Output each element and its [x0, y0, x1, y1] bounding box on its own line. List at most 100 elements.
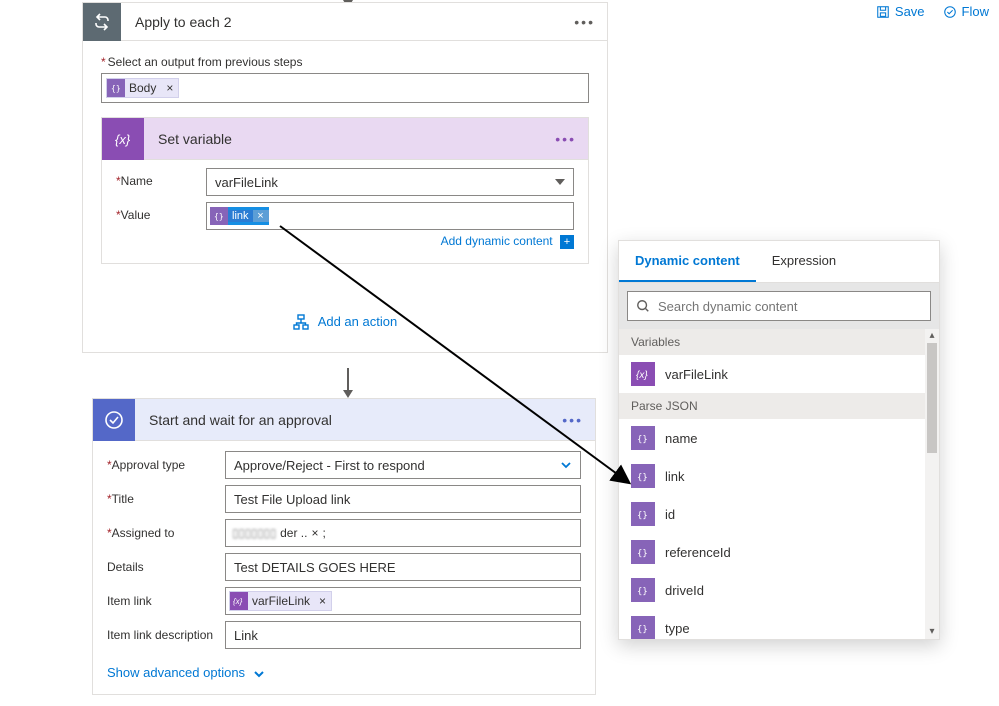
svg-text:{}: {} — [637, 511, 648, 521]
section-variables: Variables — [619, 329, 925, 355]
approval-type-value: Approve/Reject - First to respond — [234, 458, 425, 473]
item-link-desc-label: Item link description — [107, 628, 225, 642]
search-input[interactable] — [658, 299, 922, 314]
add-action-button[interactable]: Add an action — [101, 264, 589, 335]
json-icon: {} — [210, 207, 228, 225]
remove-chip-button[interactable]: × — [161, 79, 178, 97]
approval-card: Start and wait for an approval ••• *Appr… — [92, 398, 596, 695]
value-label: *Value — [116, 202, 206, 222]
scroll-down-button[interactable]: ▾ — [925, 625, 939, 639]
json-icon: {} — [631, 578, 655, 602]
more-menu-button[interactable]: ••• — [550, 412, 595, 428]
dc-item-link[interactable]: {} link — [619, 457, 925, 495]
chip-label: varFileLink — [252, 594, 314, 608]
svg-text:{}: {} — [637, 587, 648, 597]
svg-text:{}: {} — [637, 435, 648, 445]
dc-item-driveid[interactable]: {} driveId — [619, 571, 925, 609]
item-link-input[interactable]: {x} varFileLink × — [225, 587, 581, 615]
variable-icon: {x} — [631, 362, 655, 386]
set-variable-title: Set variable — [144, 131, 543, 147]
json-icon: {} — [107, 79, 125, 97]
dc-item-name[interactable]: {} name — [619, 419, 925, 457]
approval-icon — [93, 399, 135, 441]
link-chip-label: link — [228, 210, 253, 222]
more-menu-button[interactable]: ••• — [562, 14, 607, 30]
save-label: Save — [895, 4, 925, 19]
variable-name-select[interactable]: varFileLink — [206, 168, 574, 196]
svg-text:{}: {} — [637, 625, 648, 635]
dc-item-type[interactable]: {} type — [619, 609, 925, 639]
json-icon: {} — [631, 616, 655, 639]
dc-item-varfilelink[interactable]: {x} varFileLink — [619, 355, 925, 393]
json-icon: {} — [631, 502, 655, 526]
assigned-visible: der .. — [280, 526, 307, 540]
approval-title: Start and wait for an approval — [135, 412, 550, 428]
body-chip[interactable]: {} Body × — [106, 78, 179, 98]
apply-each-title: Apply to each 2 — [121, 14, 562, 30]
svg-text:{}: {} — [637, 473, 648, 483]
dc-item-referenceid[interactable]: {} referenceId — [619, 533, 925, 571]
tab-expression[interactable]: Expression — [756, 241, 852, 282]
save-button[interactable]: Save — [876, 4, 925, 19]
flow-icon — [943, 5, 957, 19]
output-label: *Select an output from previous steps — [101, 55, 589, 69]
dynamic-content-panel: Dynamic content Expression Variables {x}… — [618, 240, 940, 640]
varfilelink-chip[interactable]: {x} varFileLink × — [229, 591, 332, 611]
title-label: *Title — [107, 492, 225, 506]
apply-to-each-card: Apply to each 2 ••• *Select an output fr… — [82, 2, 608, 353]
name-label: *Name — [116, 168, 206, 188]
variable-icon: {x} — [230, 592, 248, 610]
variable-value-input[interactable]: {} link × — [206, 202, 574, 230]
item-link-label: Item link — [107, 594, 225, 608]
assigned-to-input[interactable]: ▯▯▯▯▯▯▯ der .. × ; — [225, 519, 581, 547]
add-dynamic-content-link[interactable]: Add dynamic content + — [206, 230, 574, 249]
connector-line — [347, 368, 349, 390]
svg-text:{x}: {x} — [233, 597, 243, 606]
assigned-obscured: ▯▯▯▯▯▯▯ — [232, 526, 276, 540]
scrollbar[interactable]: ▴ ▾ — [925, 329, 939, 639]
scroll-up-button[interactable]: ▴ — [925, 329, 939, 343]
assigned-to-label: *Assigned to — [107, 526, 225, 540]
approval-type-select[interactable]: Approve/Reject - First to respond — [225, 451, 581, 479]
search-icon — [636, 299, 650, 313]
flow-checker-button[interactable]: Flow — [943, 4, 989, 19]
svg-text:{}: {} — [637, 549, 648, 559]
svg-text:{}: {} — [111, 84, 121, 93]
details-label: Details — [107, 560, 225, 574]
chip-label: Body — [129, 79, 161, 97]
remove-chip-button[interactable]: × — [314, 594, 331, 608]
variable-icon: {x} — [102, 118, 144, 160]
scroll-thumb[interactable] — [927, 343, 937, 453]
flow-label: Flow — [962, 4, 989, 19]
chevron-down-icon — [555, 179, 565, 185]
variable-name-value: varFileLink — [215, 175, 278, 190]
json-icon: {} — [631, 464, 655, 488]
json-icon: {} — [631, 540, 655, 564]
search-input-wrap — [627, 291, 931, 321]
plus-icon: + — [560, 235, 574, 249]
item-link-desc-input[interactable]: Link — [225, 621, 581, 649]
details-input[interactable]: Test DETAILS GOES HERE — [225, 553, 581, 581]
remove-assignee-button[interactable]: × — [311, 526, 318, 540]
link-chip[interactable]: {} link × — [210, 207, 269, 225]
loop-icon — [83, 3, 121, 41]
json-icon: {} — [631, 426, 655, 450]
more-menu-button[interactable]: ••• — [543, 131, 588, 147]
save-icon — [876, 5, 890, 19]
dynamic-content-list: Variables {x} varFileLink Parse JSON {} … — [619, 329, 939, 639]
svg-text:{x}: {x} — [115, 132, 131, 147]
output-input[interactable]: {} Body × — [101, 73, 589, 103]
remove-chip-button[interactable]: × — [253, 210, 269, 222]
svg-text:{x}: {x} — [636, 370, 648, 381]
show-advanced-button[interactable]: Show advanced options — [107, 655, 581, 684]
section-parse-json: Parse JSON — [619, 393, 925, 419]
svg-text:{}: {} — [214, 212, 224, 221]
tab-dynamic-content[interactable]: Dynamic content — [619, 241, 756, 282]
approval-type-label: *Approval type — [107, 458, 225, 472]
title-input[interactable]: Test File Upload link — [225, 485, 581, 513]
arrow-down-icon — [343, 390, 353, 398]
dc-item-id[interactable]: {} id — [619, 495, 925, 533]
assignee-separator: ; — [323, 526, 326, 540]
chevron-down-icon — [560, 459, 572, 471]
set-variable-card: {x} Set variable ••• *Name varFileLink — [101, 117, 589, 264]
